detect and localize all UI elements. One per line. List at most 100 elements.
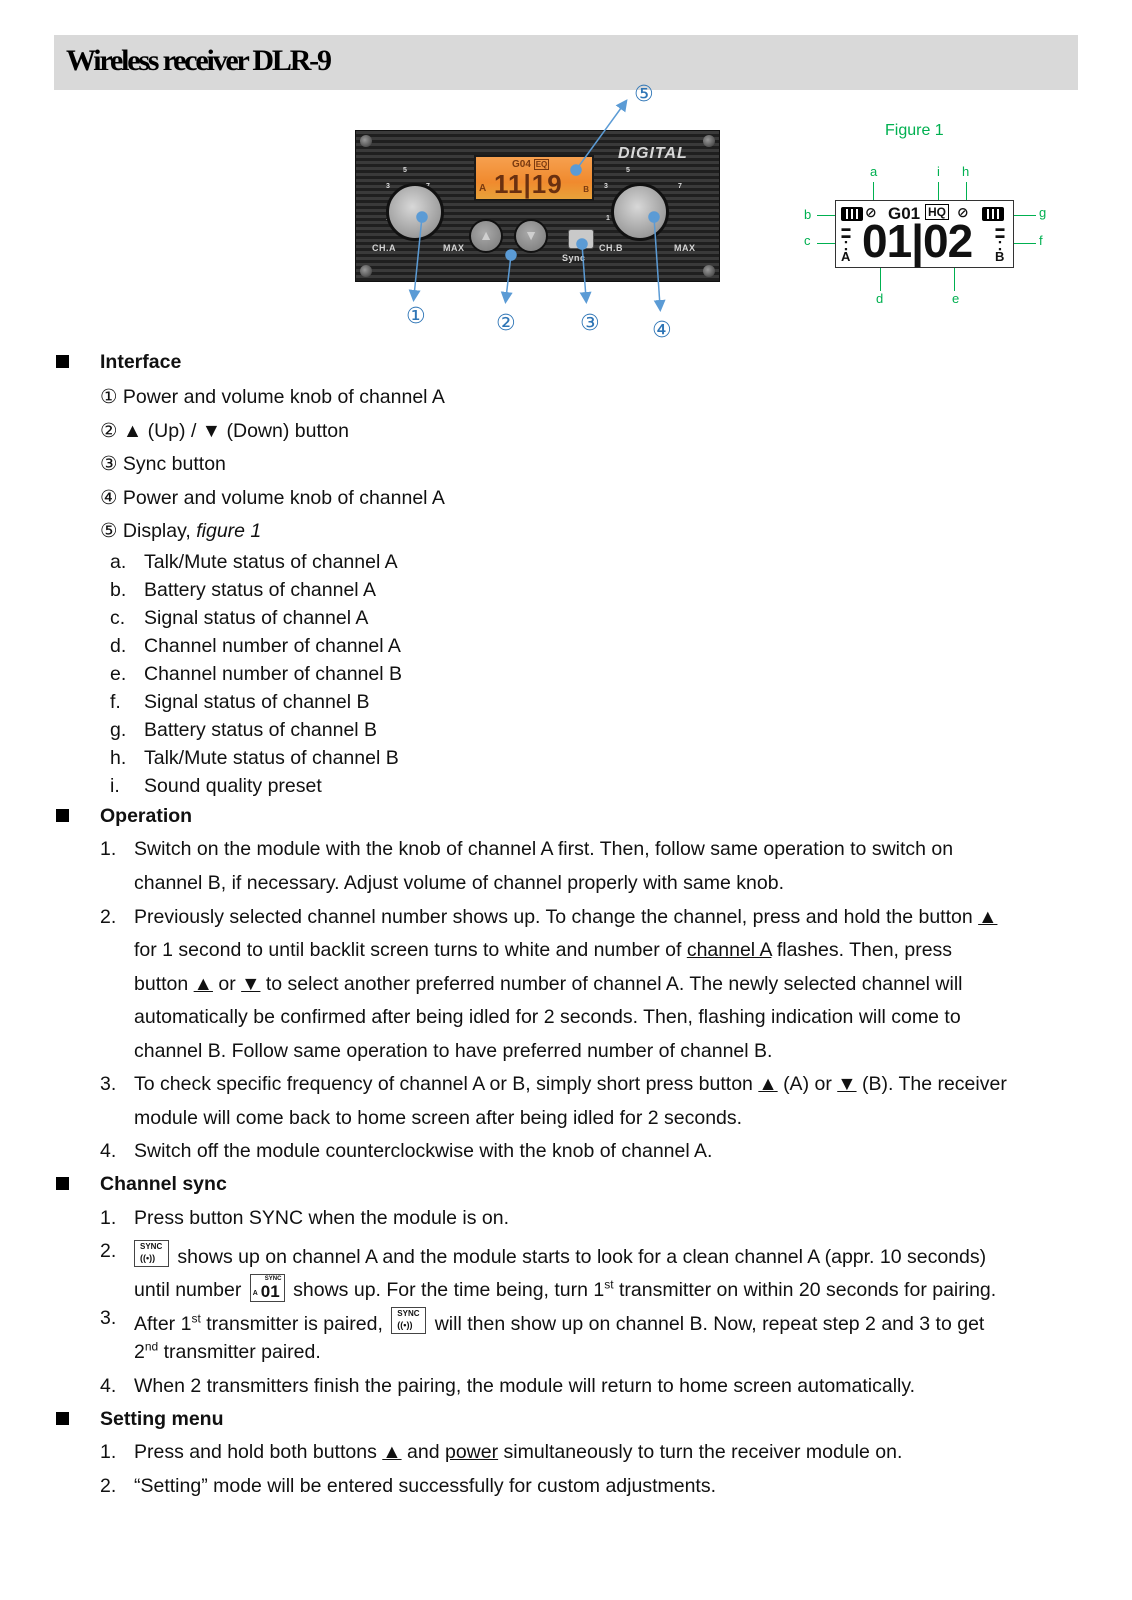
down-glyph: ▼ [837,1073,857,1095]
figure-label-c: c [804,233,811,248]
figure-title: Figure 1 [885,122,944,139]
knob-b-tick: 1 [606,215,610,222]
section-heading: Setting menu [100,1408,224,1430]
sync-step-3-line: After 1st transmitter is paired, SYNC ((•… [134,1307,985,1335]
max-a-label: MAX [443,243,465,253]
step-number: 2. [100,1475,117,1497]
figure-channel-b-label: B [995,249,1005,264]
step-number: 2. [100,906,117,928]
display-item: Channel number of channel A [144,635,401,657]
callout-1: ① [406,304,426,329]
operation-step-4-line: Switch off the module counterclockwise w… [134,1140,713,1162]
screw-icon [360,135,372,147]
display-item-marker: b. [110,579,127,601]
screw-icon [703,265,715,277]
figure-leader-e [954,266,955,291]
display-item-marker: f. [110,691,121,713]
display-item: Channel number of channel B [144,663,403,685]
display-item: Signal status of channel A [144,607,369,629]
sync-icon: SYNC ((•)) [134,1240,169,1267]
sync-step-3-line: 2nd transmitter paired. [134,1339,321,1364]
interface-item: ① Power and volume knob of channel A [100,386,445,408]
figure-label-a: a [870,164,878,179]
operation-step-2-line: automatically be confirmed after being i… [134,1006,961,1028]
sync-step-1: Press button SYNC when the module is on. [134,1207,510,1229]
device-display: G04 EQ A 11|19 B [474,155,594,201]
title-bar: Wireless receiver DLR-9 [54,35,1078,90]
channel-b-volume-knob[interactable] [611,183,669,241]
figure-label-h: h [962,164,970,179]
step-number: 1. [100,1441,117,1463]
display-item: Signal status of channel B [144,691,370,713]
operation-step-1-line: channel B, if necessary. Adjust volume o… [134,872,784,894]
section-heading: Channel sync [100,1173,227,1195]
figure-leader-i [938,182,939,202]
display-item-marker: c. [110,607,126,629]
display-channel-b-label: B [583,185,589,194]
operation-step-2-line: for 1 second to until backlit screen tur… [134,939,953,961]
sync-step-2-line: until number SYNC A 01 shows up. For the t… [134,1274,997,1302]
battery-a-icon [841,207,863,221]
sync-icon: SYNC ((•)) [391,1307,427,1334]
channel-a-volume-knob[interactable] [386,183,444,241]
up-glyph: ▲ [758,1073,778,1095]
up-glyph: ▲ [978,906,998,928]
step-number: 2. [100,1240,117,1262]
figure-channel-numbers: 01|02 [862,215,973,267]
display-item-marker: a. [110,551,127,573]
interface-item: ③ Sync button [100,453,226,475]
callout-5: ⑤ [634,82,654,107]
setting-step-2: “Setting” mode will be entered successfu… [134,1475,717,1497]
interface-item: ④ Power and volume knob of channel A [100,487,445,509]
figure-display: ⊘ G01 HQ ⊘ ▬ ▬ ▪ ▪ A 01|02 ▬ ▬ ▪ ▪ B [835,200,1014,268]
display-item-marker: h. [110,747,127,769]
max-b-label: MAX [674,243,696,253]
step-number: 1. [100,1207,117,1229]
display-item-marker: g. [110,719,127,741]
section-heading: Operation [100,805,193,827]
sync-step-2-line: SYNC ((•)) shows up on channel A and the … [131,1240,986,1269]
callout-2: ② [496,311,516,336]
down-button[interactable]: ▼ [514,219,548,253]
display-item: Battery status of channel B [144,719,378,741]
figure-label-f: f [1039,233,1043,248]
display-item-marker: d. [110,635,127,657]
receiver-front-panel: G04 EQ A 11|19 B DIGITAL 5 3 7 1 9 CH.A … [355,130,720,282]
section-bullet [56,355,69,368]
display-channel-a-label: A [479,183,487,194]
operation-step-2-line: Previously selected channel number shows… [134,906,998,928]
sync-button[interactable] [568,229,594,249]
page-title: Wireless receiver DLR-9 [66,44,332,77]
section-bullet [56,809,69,822]
display-channel-numbers: 11|19 [494,169,563,199]
down-glyph: ▼ [241,973,261,995]
operation-step-1-line: Switch on the module with the knob of ch… [134,838,954,860]
ch-b-label: CH.B [599,243,623,253]
step-number: 1. [100,838,117,860]
section-bullet [56,1177,69,1190]
up-glyph: ▲ [193,973,213,995]
figure-label-e: e [952,291,960,306]
display-item: Talk/Mute status of channel B [144,747,399,769]
screw-icon [360,265,372,277]
figure-label-i: i [937,164,940,179]
interface-item: ⑤ Display, figure 1 [100,520,262,542]
operation-step-3-line: module will come back to home screen aft… [134,1107,743,1129]
figure-channel-a-label: A [841,249,851,264]
sync-label: Sync [562,253,586,263]
step-number: 4. [100,1375,117,1397]
display-item: Talk/Mute status of channel A [144,551,398,573]
brand-label: DIGITAL [618,145,688,162]
display-item-marker: i. [110,775,120,797]
figure-leader-d [880,266,881,291]
sync-step-4: When 2 transmitters finish the pairing, … [134,1375,916,1397]
section-heading: Interface [100,351,182,373]
operation-step-2-line: channel B. Follow same operation to have… [134,1040,773,1062]
knob-a-tick: 3 [386,183,390,190]
step-number: 3. [100,1073,117,1095]
figure-label-d: d [876,291,884,306]
operation-step-3-line: To check specific frequency of channel A… [134,1073,1007,1095]
figure-label-b: b [804,207,812,222]
up-button[interactable]: ▲ [469,219,503,253]
battery-b-icon [982,207,1004,221]
